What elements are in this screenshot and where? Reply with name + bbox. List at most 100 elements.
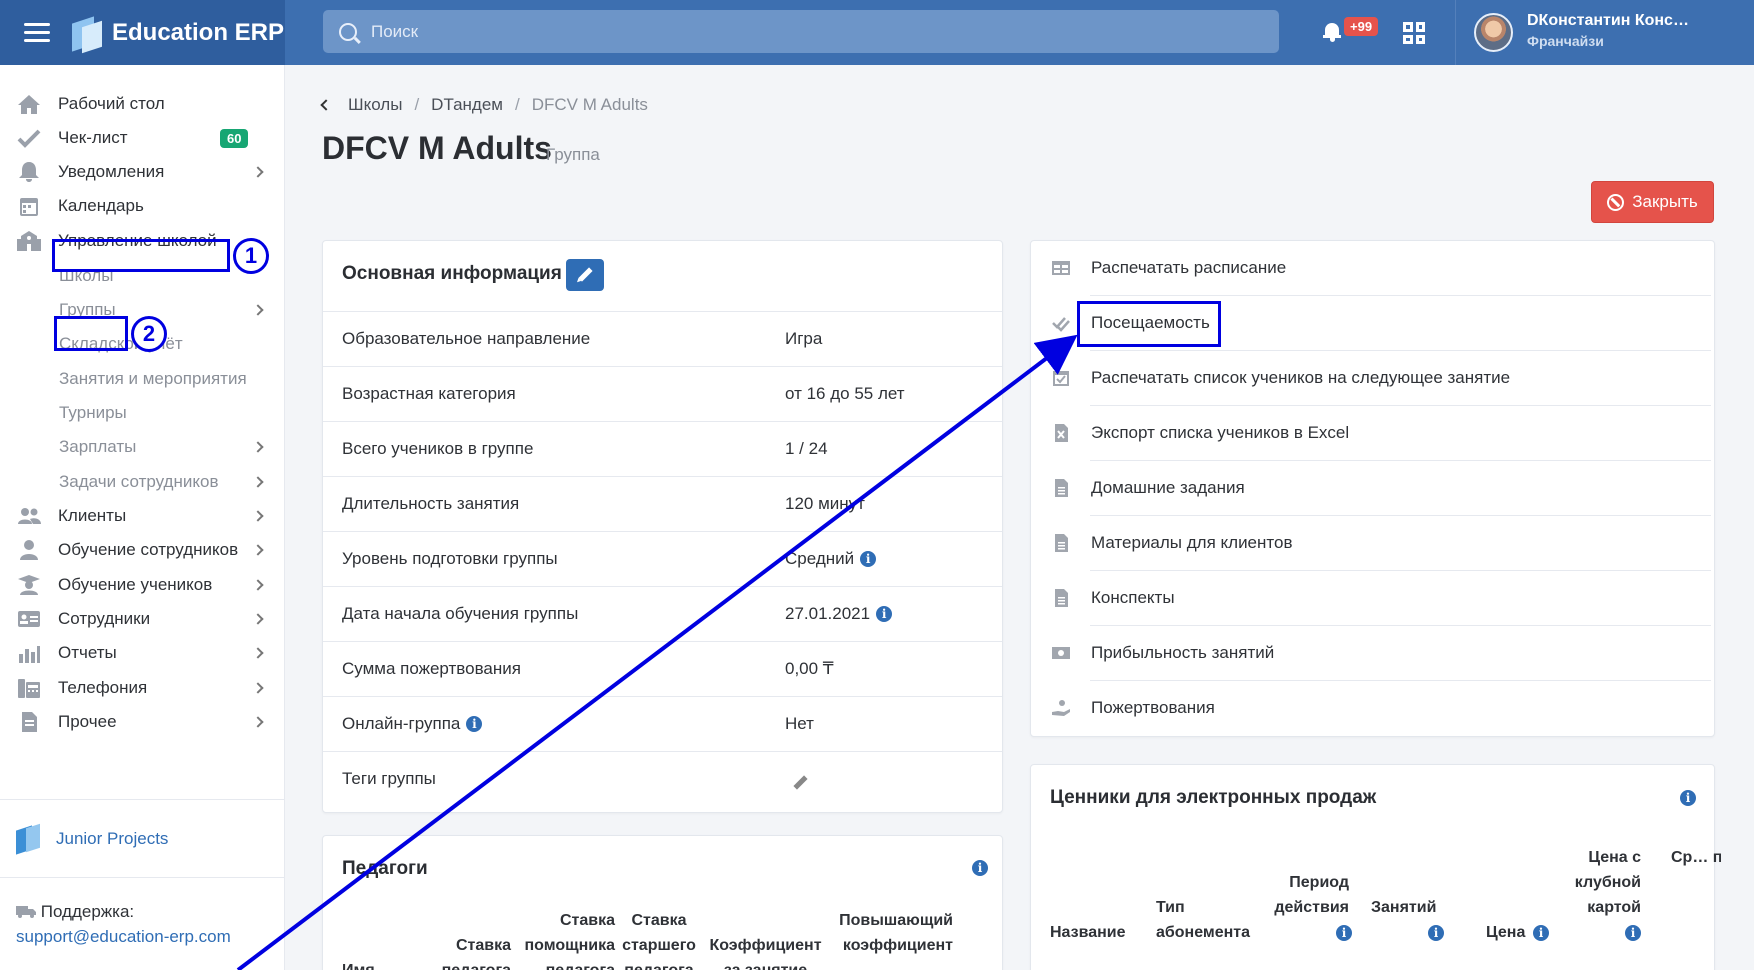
info-icon[interactable]: i — [466, 716, 483, 732]
avatar[interactable] — [1474, 13, 1513, 52]
info-row: Теги группы — [323, 751, 1002, 806]
column-header: Коэффициент за занятие — [709, 937, 822, 970]
junior-projects-link[interactable]: Junior Projects — [56, 829, 168, 849]
sidebar-item-staff-training[interactable]: Обучение сотрудников — [0, 533, 285, 567]
sidebar-item-checklist[interactable]: Чек-лист 60 — [0, 121, 285, 155]
sidebar-subitem-staff-tasks[interactable]: Задачи сотрудников — [0, 465, 285, 499]
column-header: Ставка педагога — [442, 937, 511, 970]
calendar-icon — [20, 198, 38, 216]
action-label: Распечатать расписание — [1091, 258, 1287, 277]
sidebar-subitem-lessons[interactable]: Занятия и мероприятия — [0, 362, 285, 396]
action-lesson-profitability[interactable]: Прибыльность занятий — [1031, 626, 1711, 681]
search-box[interactable] — [323, 10, 1279, 53]
action-label: Прибыльность занятий — [1091, 643, 1275, 662]
checklist-count-badge: 60 — [220, 128, 249, 148]
qr-code-icon[interactable] — [1403, 22, 1425, 44]
sidebar-subitem-salaries[interactable]: Зарплаты — [0, 430, 285, 464]
close-button[interactable]: Закрыть — [1591, 181, 1714, 223]
breadcrumb-item-schools[interactable]: Школы — [348, 95, 402, 115]
sidebar-subitem-label: Турниры — [59, 403, 127, 422]
sidebar-subitem-label: Задачи сотрудников — [59, 472, 219, 491]
action-label: Пожертвования — [1091, 698, 1215, 717]
info-label: Теги группы — [342, 769, 436, 788]
annotation-highlight-attendance — [1077, 301, 1221, 347]
file-icon — [22, 712, 37, 732]
info-row: Сумма пожертвования 0,00 ₸ — [323, 641, 1002, 696]
info-value: Нет — [785, 714, 814, 733]
ban-icon — [1607, 193, 1625, 211]
action-label: Домашние задания — [1091, 478, 1245, 497]
sidebar-item-other[interactable]: Прочее — [0, 705, 285, 739]
phone-icon — [18, 679, 40, 698]
info-value-text: Средний — [785, 549, 855, 568]
search-icon — [339, 22, 357, 41]
info-value: от 16 до 55 лет — [785, 384, 905, 403]
info-label-text: Онлайн-группа — [342, 714, 461, 733]
action-print-student-list[interactable]: Распечатать список учеников на следующее… — [1031, 351, 1711, 406]
search-input[interactable] — [371, 21, 1251, 42]
sidebar-item-label: Обучение учеников — [58, 575, 213, 594]
breadcrumb-separator: / — [414, 95, 420, 114]
info-icon[interactable]: i — [1336, 925, 1352, 941]
back-chevron-icon[interactable] — [320, 99, 332, 111]
sidebar-item-dashboard[interactable]: Рабочий стол — [0, 87, 285, 121]
user-name[interactable]: DКонстантин Конс… — [1527, 12, 1689, 30]
chevron-right-icon — [252, 510, 264, 522]
info-icon[interactable]: i — [972, 860, 988, 876]
info-icon[interactable]: i — [860, 551, 877, 567]
bell-icon[interactable] — [1323, 22, 1341, 42]
sidebar-item-label: Рабочий стол — [58, 94, 165, 113]
sidebar-item-notifications[interactable]: Уведомления — [0, 155, 285, 189]
table-icon — [1052, 261, 1070, 275]
sidebar-item-employees[interactable]: Сотрудники — [0, 602, 285, 636]
sidebar-item-calendar[interactable]: Календарь — [0, 189, 285, 223]
chevron-right-icon — [252, 716, 264, 728]
breadcrumb-item-school[interactable]: DТандем — [431, 95, 503, 115]
action-client-materials[interactable]: Материалы для клиентов — [1031, 516, 1711, 571]
action-homework[interactable]: Домашние задания — [1031, 461, 1711, 516]
info-label: Возрастная категория — [342, 384, 516, 403]
junior-projects-logo-icon[interactable] — [16, 823, 44, 855]
action-lesson-notes[interactable]: Конспекты — [1031, 571, 1711, 626]
action-label: Конспекты — [1091, 588, 1175, 607]
info-value: 0,00 ₸ — [785, 659, 834, 678]
support-label: Поддержка: — [16, 902, 134, 922]
column-header: Цена с клубной картой — [1574, 849, 1641, 916]
logo-icon[interactable] — [70, 14, 104, 53]
chevron-right-icon — [252, 166, 264, 178]
calendar-check-icon — [1053, 371, 1069, 386]
support-email-link[interactable]: support@education-erp.com — [16, 927, 231, 947]
app-title[interactable]: Education ERP — [112, 19, 284, 47]
action-export-excel[interactable]: Экспорт списка учеников в Excel — [1031, 406, 1711, 461]
action-print-schedule[interactable]: Распечатать расписание — [1031, 241, 1711, 296]
sidebar-item-telephony[interactable]: Телефония — [0, 671, 285, 705]
sidebar-item-reports[interactable]: Отчеты — [0, 636, 285, 670]
close-button-label: Закрыть — [1632, 192, 1698, 211]
edit-button[interactable] — [566, 259, 604, 291]
notification-count-badge[interactable]: +99 — [1344, 17, 1379, 36]
info-icon[interactable]: i — [1625, 925, 1641, 941]
column-header: Повышающий коэффициент — [839, 912, 953, 954]
pencil-icon — [578, 267, 593, 282]
sidebar-item-label: Чек-лист — [58, 128, 128, 147]
info-value-text: 27.01.2021 — [785, 604, 871, 623]
double-check-icon — [1052, 317, 1070, 332]
annotation-step-2: 2 — [131, 316, 167, 352]
main-info-card: Основная информация Образовательное напр… — [322, 240, 1003, 813]
users-icon — [18, 508, 41, 524]
info-icon[interactable]: i — [1680, 790, 1696, 806]
info-icon[interactable]: i — [876, 606, 893, 622]
info-label: Длительность занятия — [342, 494, 520, 513]
school-icon — [17, 231, 41, 251]
sidebar-item-clients[interactable]: Клиенты — [0, 499, 285, 533]
sidebar-item-student-training[interactable]: Обучение учеников — [0, 568, 285, 602]
menu-toggle-icon[interactable] — [24, 18, 50, 47]
action-donations[interactable]: Пожертвования — [1031, 681, 1711, 736]
action-label: Экспорт списка учеников в Excel — [1091, 423, 1350, 442]
edit-tags-pencil-icon[interactable] — [793, 775, 808, 790]
document-icon — [1055, 534, 1068, 552]
chevron-right-icon — [252, 682, 264, 694]
sidebar-subitem-tournaments[interactable]: Турниры — [0, 396, 285, 430]
info-icon[interactable]: i — [1428, 925, 1444, 941]
info-icon[interactable]: i — [1533, 925, 1549, 941]
